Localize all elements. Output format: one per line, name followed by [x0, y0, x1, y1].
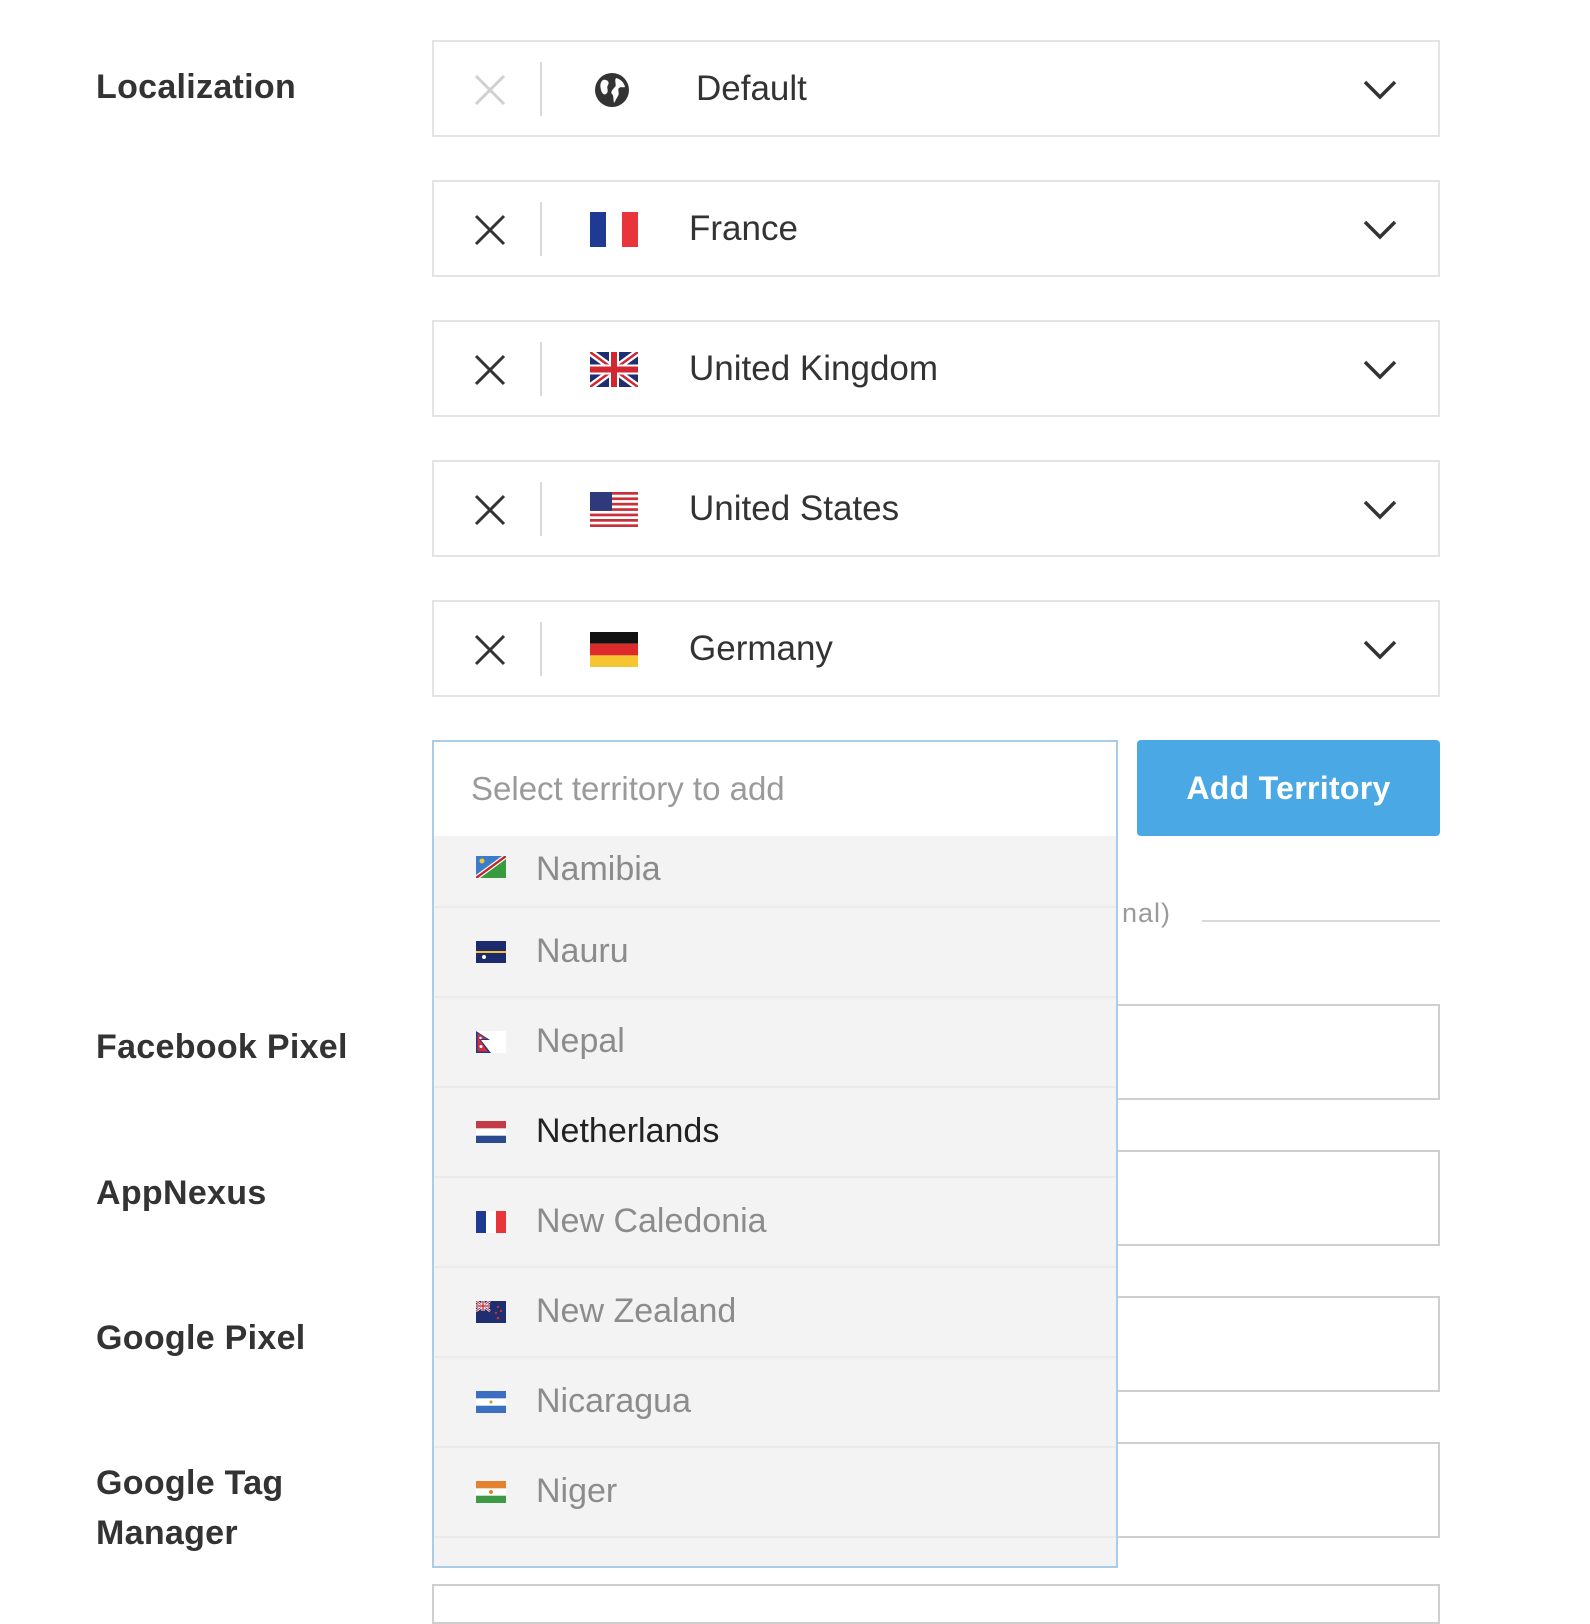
new-zealand-flag-icon: [476, 1301, 506, 1323]
localization-row-default[interactable]: Default: [432, 40, 1440, 137]
appnexus-label: AppNexus: [96, 1174, 267, 1212]
add-territory-button[interactable]: Add Territory: [1137, 740, 1440, 836]
divider: [540, 482, 542, 536]
remove-icon[interactable]: [472, 632, 508, 668]
territory-option[interactable]: New Zealand: [434, 1268, 1116, 1358]
chevron-down-icon[interactable]: [1362, 498, 1398, 522]
google-tag-manager-label: Google Tag Manager: [96, 1464, 284, 1552]
territory-option-label: Niger: [536, 1472, 618, 1510]
remove-icon[interactable]: [472, 212, 508, 248]
territory-select[interactable]: Namibia Nauru Nepal Netherlands: [432, 740, 1118, 1568]
us-flag-icon: [590, 492, 638, 527]
territory-option-label: Nepal: [536, 1022, 625, 1060]
nauru-flag-icon: [476, 941, 506, 963]
chevron-down-icon[interactable]: [1362, 78, 1398, 102]
optional-label-fragment: nal): [1122, 898, 1172, 928]
niger-flag-icon: [476, 1481, 506, 1503]
territory-option[interactable]: Namibia: [434, 836, 1116, 908]
localization-row-united-kingdom[interactable]: United Kingdom: [432, 320, 1440, 417]
new-caledonia-flag-icon: [476, 1211, 506, 1233]
remove-icon[interactable]: [472, 492, 508, 528]
territory-option[interactable]: Nauru: [434, 908, 1116, 998]
localization-name: Germany: [689, 629, 833, 668]
localization-row-germany[interactable]: Germany: [432, 600, 1440, 697]
divider: [540, 202, 542, 256]
germany-flag-icon: [590, 632, 638, 667]
google-pixel-input[interactable]: [1110, 1296, 1440, 1392]
facebook-pixel-input[interactable]: [1110, 1004, 1440, 1100]
appnexus-input[interactable]: [1110, 1150, 1440, 1246]
territory-option[interactable]: New Caledonia: [434, 1178, 1116, 1268]
localization-name: United Kingdom: [689, 349, 939, 388]
facebook-pixel-label: Facebook Pixel: [96, 1028, 348, 1066]
france-flag-icon: [590, 212, 638, 247]
territory-search-input[interactable]: [434, 742, 1116, 836]
next-input[interactable]: [432, 1584, 1440, 1624]
territory-option[interactable]: Nicaragua: [434, 1358, 1116, 1448]
localization-row-united-states[interactable]: United States: [432, 460, 1440, 557]
chevron-down-icon[interactable]: [1362, 638, 1398, 662]
territory-option[interactable]: Niger: [434, 1448, 1116, 1538]
chevron-down-icon[interactable]: [1362, 218, 1398, 242]
territory-option-label: Netherlands: [536, 1112, 720, 1150]
globe-icon: [595, 73, 629, 107]
territory-option-label: Nicaragua: [536, 1382, 691, 1420]
chevron-down-icon[interactable]: [1362, 358, 1398, 382]
uk-flag-icon: [590, 352, 638, 387]
territory-option-label: Namibia: [536, 850, 661, 888]
nicaragua-flag-icon: [476, 1391, 506, 1413]
divider: [540, 622, 542, 676]
google-tag-manager-input[interactable]: [1110, 1442, 1440, 1538]
namibia-flag-icon: [476, 856, 506, 878]
localization-name: Default: [696, 69, 807, 108]
remove-icon[interactable]: [472, 352, 508, 388]
localization-label: Localization: [96, 68, 297, 106]
territory-option-label: New Caledonia: [536, 1202, 767, 1240]
netherlands-flag-icon: [476, 1121, 506, 1143]
territory-option-label: Nauru: [536, 932, 629, 970]
localization-row-france[interactable]: France: [432, 180, 1440, 277]
divider: [540, 342, 542, 396]
remove-icon: [474, 74, 506, 106]
divider: [540, 62, 542, 116]
nepal-flag-icon: [476, 1031, 506, 1053]
localization-name: United States: [689, 489, 900, 528]
territory-option-label: New Zealand: [536, 1292, 737, 1330]
optional-divider: [1202, 920, 1440, 922]
territory-option[interactable]: Nepal: [434, 998, 1116, 1088]
territory-option[interactable]: [434, 1538, 1116, 1566]
localization-name: France: [689, 209, 798, 248]
google-pixel-label: Google Pixel: [96, 1319, 306, 1357]
territory-option-highlighted[interactable]: Netherlands: [434, 1088, 1116, 1178]
